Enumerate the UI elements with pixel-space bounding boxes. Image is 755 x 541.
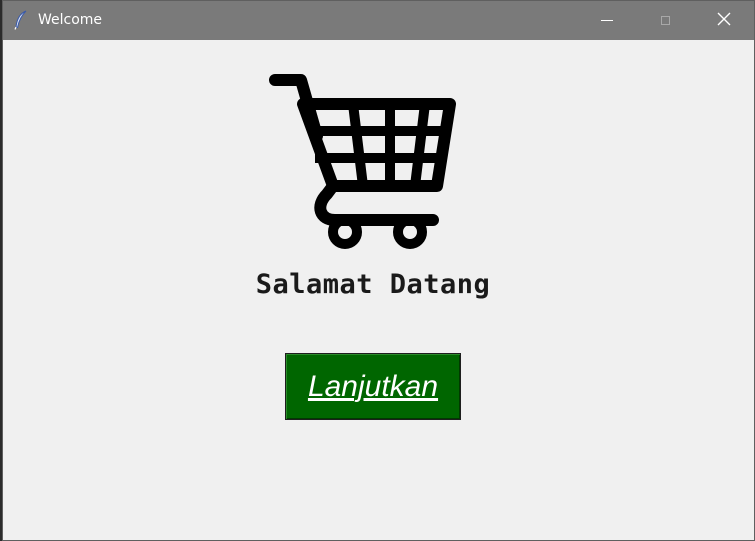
continue-button[interactable]: Lanjutkan (285, 353, 461, 420)
close-button[interactable] (694, 1, 754, 40)
close-icon (717, 11, 731, 30)
welcome-heading: Salamat Datang (255, 269, 491, 300)
minimize-icon (601, 20, 613, 21)
maximize-button[interactable] (636, 1, 694, 40)
feather-icon (13, 10, 29, 30)
title-bar[interactable]: Welcome (3, 1, 754, 40)
minimize-button[interactable] (578, 1, 636, 40)
welcome-window: Welcome Salamat Datang Lanjutkan (2, 0, 755, 541)
maximize-icon (660, 16, 670, 25)
shopping-cart-icon (265, 68, 465, 253)
window-title: Welcome (38, 12, 103, 28)
